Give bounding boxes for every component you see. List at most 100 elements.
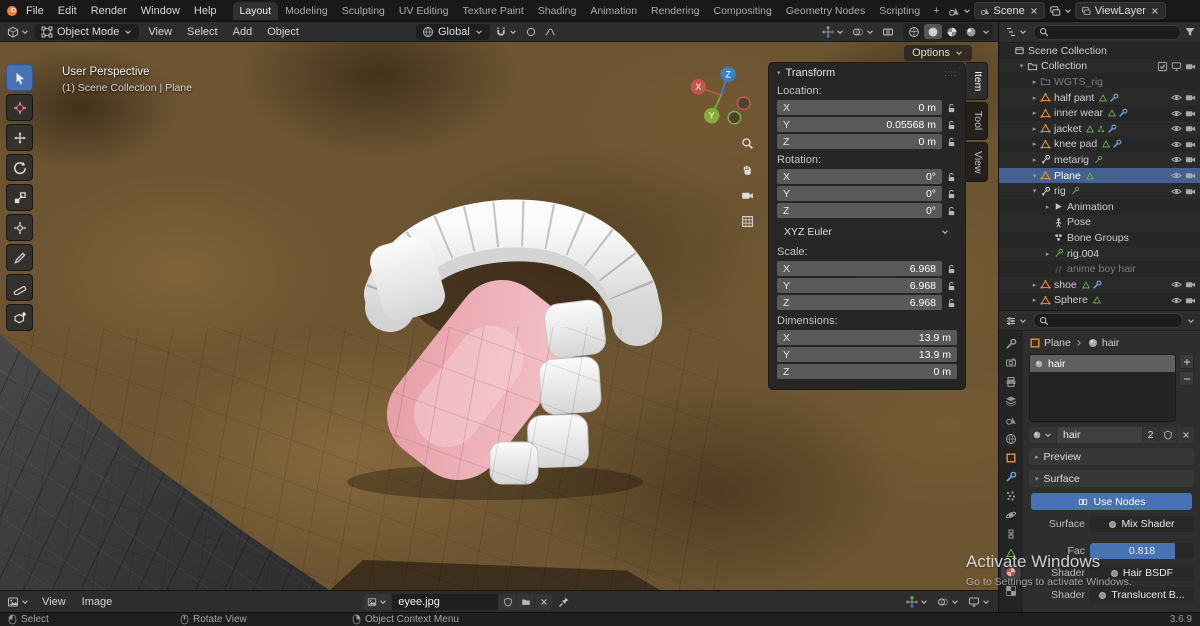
- hide-toggle-eye-icon[interactable]: [1171, 279, 1182, 290]
- overlays-dropdown[interactable]: [850, 25, 877, 39]
- navigation-gizmo[interactable]: XZY: [688, 62, 754, 128]
- monitor-icon[interactable]: [1171, 61, 1182, 72]
- browse-viewlayer-icon[interactable]: [1049, 5, 1061, 17]
- perspective-toggle-button[interactable]: [738, 212, 756, 230]
- viewport-menu-select[interactable]: Select: [181, 25, 224, 39]
- 3d-viewport[interactable]: User Perspective (1) Scene Collection | …: [0, 42, 998, 590]
- shading-options-chevron-icon[interactable]: [981, 27, 991, 37]
- disclosure-triangle[interactable]: ▸: [1029, 281, 1040, 289]
- image-gizmos-dropdown[interactable]: [904, 595, 931, 609]
- zoom-button[interactable]: [738, 134, 756, 152]
- value-field[interactable]: Z0 m: [777, 364, 957, 379]
- material-users-count[interactable]: 2: [1143, 427, 1158, 443]
- viewlayer-browse-chevron-icon[interactable]: [1063, 6, 1073, 16]
- render-toggle-camera-icon[interactable]: [1185, 61, 1196, 72]
- image-menu-view[interactable]: View: [36, 595, 72, 609]
- tool-cursor[interactable]: [6, 94, 33, 121]
- menu-window[interactable]: Window: [135, 4, 186, 18]
- properties-tab-modifiers[interactable]: [1001, 469, 1021, 484]
- properties-editor-type-button[interactable]: [1003, 314, 1030, 328]
- material-slot-hair[interactable]: hair: [1030, 355, 1175, 372]
- browse-material-button[interactable]: [1029, 427, 1056, 443]
- value-field[interactable]: Y0°: [777, 186, 942, 201]
- disclosure-triangle[interactable]: ▸: [1042, 250, 1053, 258]
- disclosure-triangle[interactable]: ▸: [1029, 296, 1040, 304]
- menu-file[interactable]: File: [20, 4, 50, 18]
- lock-toggle[interactable]: [946, 205, 957, 217]
- outliner-row-pose[interactable]: Pose: [999, 215, 1200, 231]
- disclosure-triangle[interactable]: ▸: [1029, 140, 1040, 148]
- scene-selector[interactable]: Scene: [974, 2, 1045, 19]
- sidebar-tab-view[interactable]: View: [966, 142, 988, 183]
- browse-image-button[interactable]: [364, 594, 391, 610]
- orientation-dropdown[interactable]: Global: [416, 24, 490, 40]
- outliner-row-plane[interactable]: ▾Plane: [999, 168, 1200, 184]
- viewport-menu-view[interactable]: View: [142, 25, 178, 39]
- image-display-dropdown[interactable]: [966, 595, 993, 609]
- checkbox-icon[interactable]: [1157, 61, 1168, 72]
- disclosure-triangle[interactable]: ▸: [1029, 78, 1040, 86]
- properties-tab-view-layer[interactable]: [1001, 393, 1021, 408]
- shading-material-preview[interactable]: [943, 24, 961, 39]
- fake-user-button[interactable]: [1159, 427, 1176, 443]
- outliner-row-wgts-rig[interactable]: ▸WGTS_rig: [999, 74, 1200, 90]
- outliner-row-inner-wear[interactable]: ▸inner wear: [999, 105, 1200, 121]
- material-slot-list[interactable]: hair: [1029, 354, 1176, 422]
- outliner-search-input[interactable]: [1052, 27, 1175, 38]
- tool-transform[interactable]: [6, 214, 33, 241]
- unlink-material-button[interactable]: [1177, 427, 1194, 443]
- browse-scene-icon[interactable]: [948, 5, 960, 17]
- workspace-tab-modeling[interactable]: Modeling: [278, 2, 335, 20]
- proportional-falloff-dropdown[interactable]: [542, 25, 558, 39]
- render-toggle-camera-icon[interactable]: [1185, 295, 1196, 306]
- value-field[interactable]: Z0°: [777, 203, 942, 218]
- tool-rotate[interactable]: [6, 154, 33, 181]
- outliner-row-knee-pad[interactable]: ▸knee pad: [999, 137, 1200, 153]
- menu-edit[interactable]: Edit: [52, 4, 83, 18]
- sidebar-tab-item[interactable]: Item: [966, 62, 988, 100]
- outliner-row-anime-boy-hair[interactable]: anime boy hair: [999, 261, 1200, 277]
- tool-measure[interactable]: [6, 274, 33, 301]
- value-field[interactable]: X0°: [777, 169, 942, 184]
- transform-panel-header[interactable]: ▾Transform::::: [769, 63, 965, 83]
- panel-drag-grip[interactable]: ::::: [944, 67, 957, 79]
- lock-toggle[interactable]: [946, 297, 957, 309]
- render-toggle-camera-icon[interactable]: [1185, 108, 1196, 119]
- properties-tab-scene[interactable]: [1001, 412, 1021, 427]
- shading-solid[interactable]: [924, 24, 942, 39]
- proportional-edit-toggle[interactable]: [523, 25, 539, 39]
- value-field[interactable]: X0 m: [777, 100, 942, 115]
- xray-toggle[interactable]: [880, 25, 896, 39]
- workspace-tab-animation[interactable]: Animation: [583, 2, 644, 20]
- workspace-tab-texture-paint[interactable]: Texture Paint: [456, 2, 531, 20]
- image-editor-type-button[interactable]: [5, 595, 32, 609]
- scene-browse-chevron-icon[interactable]: [962, 6, 972, 16]
- properties-tab-constraints[interactable]: [1001, 526, 1021, 541]
- properties-tab-object[interactable]: [1001, 450, 1021, 465]
- workspace-tab-uv-editing[interactable]: UV Editing: [392, 2, 456, 20]
- value-field[interactable]: Y0.05568 m: [777, 117, 942, 132]
- teeth-model[interactable]: [330, 190, 670, 500]
- render-toggle-camera-icon[interactable]: [1185, 139, 1196, 150]
- hide-toggle-eye-icon[interactable]: [1171, 186, 1182, 197]
- workspace-tab-shading[interactable]: Shading: [531, 2, 584, 20]
- outliner-row-rig-004[interactable]: ▸rig.004: [999, 246, 1200, 262]
- properties-tab-output[interactable]: [1001, 374, 1021, 389]
- workspace-tab-compositing[interactable]: Compositing: [707, 2, 779, 20]
- shading-rendered[interactable]: [962, 24, 980, 39]
- mode-dropdown[interactable]: Object Mode: [35, 24, 139, 40]
- properties-tab-texture[interactable]: [1001, 583, 1021, 598]
- image-overlays-dropdown[interactable]: [935, 595, 962, 609]
- lock-toggle[interactable]: [946, 263, 957, 275]
- use-nodes-button[interactable]: Use Nodes: [1031, 493, 1192, 510]
- unlink-scene-icon[interactable]: [1029, 6, 1039, 16]
- viewport-menu-object[interactable]: Object: [261, 25, 305, 39]
- outliner-row-jacket[interactable]: ▸jacket: [999, 121, 1200, 137]
- outliner-row-bone-groups[interactable]: Bone Groups: [999, 230, 1200, 246]
- outliner-row-animation[interactable]: ▸Animation: [999, 199, 1200, 215]
- properties-tab-tool[interactable]: [1001, 336, 1021, 351]
- menu-render[interactable]: Render: [85, 4, 133, 18]
- disclosure-triangle[interactable]: ▾: [1016, 62, 1027, 70]
- add-workspace-button[interactable]: +: [927, 3, 945, 19]
- tool-annotate[interactable]: [6, 244, 33, 271]
